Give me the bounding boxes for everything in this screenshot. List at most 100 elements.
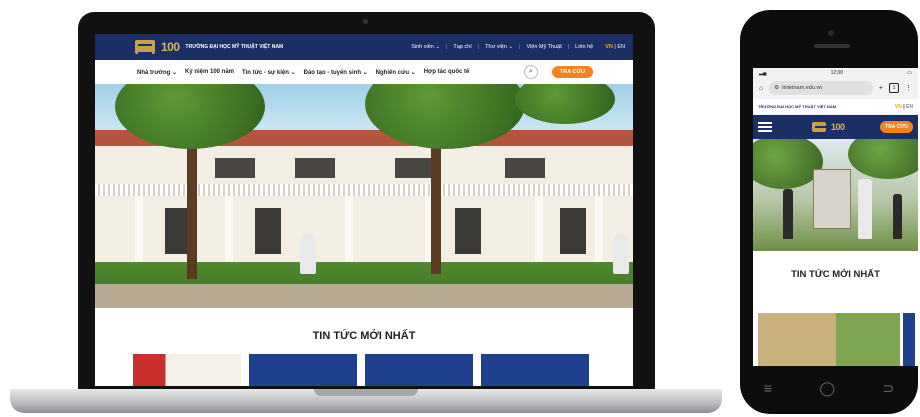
- top-link-students[interactable]: Sinh viên ⌄: [411, 44, 440, 50]
- news-card[interactable]: [481, 354, 589, 386]
- phone-status-bar: ▂▄ 12:00 ▭: [753, 68, 918, 77]
- phone-speaker: [814, 44, 850, 48]
- centennial-logo[interactable]: 100: [161, 40, 180, 54]
- lang-separator: |: [614, 44, 616, 50]
- nav-item-school[interactable]: Nhà trường ⌄: [137, 69, 177, 76]
- school-logo-icon[interactable]: [135, 40, 155, 54]
- battery-icon: ▭: [907, 69, 912, 76]
- top-link-library[interactable]: Thư viện ⌄: [485, 44, 513, 50]
- tab-count-icon[interactable]: 1: [889, 83, 899, 93]
- laptop-notch: [314, 389, 418, 396]
- home-button-icon[interactable]: ◯: [819, 380, 835, 397]
- news-card[interactable]: [133, 354, 241, 386]
- hamburger-menu-icon[interactable]: [758, 122, 772, 132]
- browser-toolbar: ⌂ ⚙ itvietnam.edu.vn + 1 ⋮: [753, 77, 918, 99]
- mobile-lang-en[interactable]: EN: [906, 104, 913, 110]
- mobile-language-switch: VN | EN: [895, 104, 913, 110]
- laptop-screen: 100 TRƯỜNG ĐẠI HỌC MỸ THUẬT VIỆT NAM Sin…: [95, 34, 633, 386]
- mobile-hero-person: [893, 194, 902, 239]
- lang-separator: |: [903, 103, 905, 110]
- hero-tree-trunk: [431, 144, 441, 274]
- news-card-list: [133, 354, 589, 386]
- hero-tree-crown: [515, 84, 615, 124]
- school-name[interactable]: TRƯỜNG ĐẠI HỌC MỸ THUẬT VIỆT NAM: [186, 44, 284, 50]
- hero-column: [535, 196, 543, 266]
- nav-item-news-events[interactable]: Tin tức - sự kiện ⌄: [242, 69, 296, 76]
- news-section-title: TIN TỨC MỚI NHẤT: [312, 330, 416, 342]
- news-card[interactable]: [249, 354, 357, 386]
- hero-statue: [300, 234, 316, 274]
- nav-item-international[interactable]: Hợp tác quốc tế: [424, 69, 470, 75]
- phone-body: ▂▄ 12:00 ▭ ⌂ ⚙ itvietnam.edu.vn + 1 ⋮ TR…: [740, 10, 918, 414]
- school-logo-icon: [812, 122, 829, 136]
- laptop-camera: [363, 19, 368, 24]
- laptop-base: [10, 389, 722, 413]
- hero-door: [255, 208, 281, 254]
- top-link-contact[interactable]: Liên hệ: [575, 44, 593, 50]
- hero-column: [225, 196, 233, 266]
- laptop-lid: 100 TRƯỜNG ĐẠI HỌC MỸ THUẬT VIỆT NAM Sin…: [78, 12, 655, 392]
- mobile-lang-vn[interactable]: VN: [895, 104, 902, 110]
- mobile-header: 100 TRA CỨU: [753, 115, 918, 139]
- top-link-divider: |: [567, 44, 570, 50]
- top-link-institute[interactable]: Viện Mỹ Thuật: [526, 44, 561, 50]
- mobile-top-strip: TRƯỜNG ĐẠI HỌC MỸ THUẬT VIỆT NAM VN | EN: [753, 99, 918, 115]
- phone-nav-bar: ≡ ◯ ⊃: [740, 370, 918, 406]
- nav-item-anniversary[interactable]: Kỷ niệm 100 năm: [185, 69, 234, 75]
- mobile-hero-image: [753, 139, 918, 251]
- hero-window: [295, 158, 335, 178]
- hero-tree-trunk: [187, 144, 197, 279]
- mobile-news-title: TIN TỨC MỚI NHẤT: [791, 269, 880, 280]
- browser-menu-icon[interactable]: ⋮: [905, 84, 912, 92]
- nav-item-training-admissions[interactable]: Đào tạo - tuyển sinh ⌄: [304, 69, 368, 76]
- lookup-button[interactable]: TRA CỨU: [551, 66, 593, 78]
- top-link-divider: |: [445, 44, 448, 50]
- mobile-news-card[interactable]: [903, 313, 915, 366]
- status-time: 12:00: [830, 69, 844, 76]
- url-text: itvietnam.edu.vn: [782, 85, 823, 91]
- new-tab-icon[interactable]: +: [879, 85, 883, 92]
- centennial-logo: 100: [831, 122, 845, 132]
- back-icon[interactable]: ⊃: [883, 380, 895, 397]
- phone-screen: ▂▄ 12:00 ▭ ⌂ ⚙ itvietnam.edu.vn + 1 ⋮ TR…: [753, 68, 918, 366]
- lang-vn-link[interactable]: VN: [605, 44, 613, 50]
- top-link-divider: |: [519, 44, 521, 50]
- news-card[interactable]: [365, 354, 473, 386]
- hero-balcony: [95, 184, 633, 196]
- hero-window: [505, 158, 545, 178]
- search-icon[interactable]: ⌕: [523, 65, 538, 79]
- hero-window: [215, 158, 255, 178]
- hero-column: [345, 196, 353, 266]
- mobile-news-card[interactable]: [758, 313, 900, 366]
- top-links: Sinh viên ⌄ | Tạp chí | Thư viện ⌄ | Việ…: [411, 44, 625, 50]
- mobile-hero-easel: [813, 169, 851, 229]
- mobile-hero-person: [858, 179, 872, 239]
- hero-column: [135, 196, 143, 266]
- mobile-lookup-button[interactable]: TRA CỨU: [880, 121, 913, 133]
- language-switch: VN | EN: [605, 44, 625, 50]
- main-nav: Nhà trường ⌄ Kỷ niệm 100 năm Tin tức - s…: [95, 60, 633, 84]
- hero-statue: [613, 234, 629, 274]
- mobile-logo[interactable]: 100: [812, 122, 845, 136]
- phone-camera: [828, 30, 834, 36]
- hero-path: [95, 284, 633, 308]
- hero-banner: ⌃: [95, 84, 633, 308]
- home-icon[interactable]: ⌂: [759, 85, 763, 92]
- top-link-divider: |: [477, 44, 480, 50]
- mobile-hero-tree: [848, 139, 918, 179]
- top-link-journal[interactable]: Tạp chí: [453, 44, 471, 50]
- mobile-school-name[interactable]: TRƯỜNG ĐẠI HỌC MỸ THUẬT VIỆT NAM: [758, 104, 836, 109]
- lang-en-link[interactable]: EN: [617, 44, 625, 50]
- device-mockup-stage: 100 TRƯỜNG ĐẠI HỌC MỸ THUẬT VIỆT NAM Sin…: [0, 0, 920, 417]
- site-settings-icon[interactable]: ⚙: [774, 85, 779, 91]
- signal-icon: ▂▄: [759, 69, 767, 76]
- hero-window: [395, 158, 435, 178]
- hero-column: [595, 196, 603, 266]
- url-bar[interactable]: ⚙ itvietnam.edu.vn: [769, 81, 873, 95]
- mobile-hero-person: [783, 189, 793, 239]
- hero-door: [455, 208, 481, 254]
- nav-item-research[interactable]: Nghiên cứu ⌄: [376, 69, 416, 76]
- hero-door: [560, 208, 586, 254]
- recent-apps-icon[interactable]: ≡: [764, 380, 772, 396]
- top-bar: 100 TRƯỜNG ĐẠI HỌC MỸ THUẬT VIỆT NAM Sin…: [95, 34, 633, 60]
